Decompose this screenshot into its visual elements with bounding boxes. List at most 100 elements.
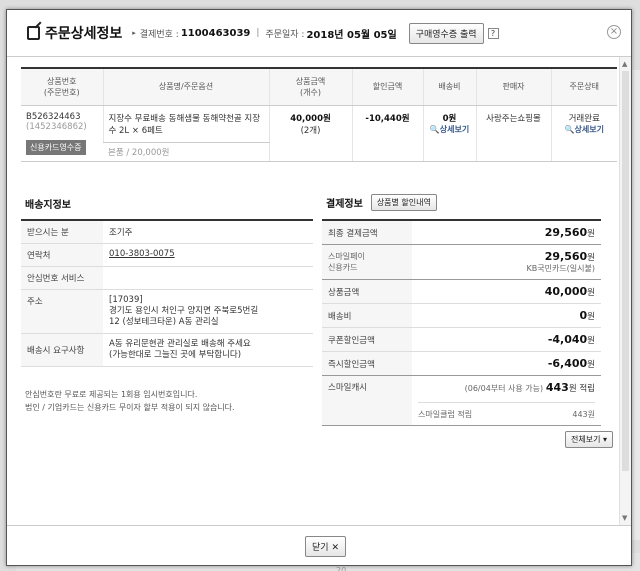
status-detail-link[interactable]: 🔍상세보기 bbox=[557, 124, 613, 135]
popup-footer: 닫기 ✕ bbox=[7, 527, 631, 565]
table-row: B526324463 (1452346862) 신용카드영수증 지장수 무료배송… bbox=[21, 105, 617, 162]
receipt-print-button[interactable]: 구매영수증 출력 bbox=[408, 22, 484, 44]
discount-value: -10,440원 bbox=[365, 113, 410, 124]
scroll-thumb[interactable] bbox=[622, 71, 629, 471]
close-button[interactable]: 닫기 ✕ bbox=[305, 536, 346, 557]
close-button-label: 닫기 bbox=[312, 543, 329, 553]
won-unit: 원 bbox=[587, 336, 595, 346]
product-qty: (2개) bbox=[300, 125, 321, 136]
payment-method-label: 스마일페이 신용카드 bbox=[322, 244, 412, 280]
col-product-name: 상품명/주문옵션 bbox=[102, 68, 269, 106]
payment-section-title: 결제정보 상품별 할인내역 bbox=[326, 194, 437, 211]
smilecash-label: 스마일캐시 bbox=[322, 375, 412, 426]
magnifier-icon: 🔍 bbox=[564, 124, 575, 134]
won-unit: 원 bbox=[587, 312, 595, 322]
table-row: 즉시할인금액 -6,400원 bbox=[322, 351, 601, 376]
payment-title: 결제정보 bbox=[326, 199, 363, 210]
product-amount-value: 40,000 bbox=[544, 285, 588, 298]
recipient-label: 받으시는 분 bbox=[21, 220, 103, 244]
document-edit-icon bbox=[27, 26, 40, 40]
coupon-discount-label: 쿠폰할인금액 bbox=[322, 327, 412, 352]
shipping-detail-link[interactable]: 🔍상세보기 bbox=[429, 124, 471, 135]
close-icon[interactable]: × bbox=[607, 25, 621, 39]
popup-title: 주문상세정보 bbox=[45, 26, 123, 42]
product-price: 40,000원 bbox=[290, 113, 331, 124]
coupon-discount-cell: -4,040원 bbox=[412, 327, 601, 352]
won-unit: 원 bbox=[587, 288, 595, 298]
col-product-name-label: 상품명/주문옵션 bbox=[158, 82, 214, 92]
seller-name[interactable]: 사랑주는쇼핑몰 bbox=[486, 114, 541, 124]
table-row: 배송시 요구사항 A동 유리문현관 관리실로 배송해 주세요 (가능한대로 그늘진… bbox=[21, 333, 313, 367]
credit-card-label: 신용카드 bbox=[328, 263, 358, 272]
col-price: 상품금액 (개수) bbox=[268, 68, 352, 106]
smileclub-row: 스마일클럽 적립 443원 bbox=[418, 402, 595, 420]
table-row: 쿠폰할인금액 -4,040원 bbox=[322, 327, 601, 352]
popup-scroll-area[interactable]: 상품번호 (주문번호) 상품명/주문옵션 상품금액 (개수) 할인금액 배송비 … bbox=[7, 56, 631, 526]
shipping-cell: 0원 🔍상세보기 bbox=[422, 105, 476, 162]
payment-no-value: 1100463039 bbox=[180, 27, 251, 39]
contact-label: 연락처 bbox=[21, 243, 103, 267]
seller-cell: 사랑주는쇼핑몰 bbox=[475, 105, 551, 162]
safe-number-note: 안심번호란 무료로 제공되는 1회용 임시번호입니다. bbox=[25, 390, 198, 399]
product-amount-label: 상품금액 bbox=[322, 279, 412, 304]
table-row: 안심번호 서비스 bbox=[21, 266, 313, 290]
close-x-icon: ✕ bbox=[331, 543, 339, 553]
table-row: 받으시는 분 조기주 bbox=[21, 220, 313, 244]
shipping-fee-label: 배송비 bbox=[322, 303, 412, 328]
method-amount-value: 29,560 bbox=[544, 250, 588, 263]
product-no-cell: B526324463 (1452346862) 신용카드영수증 bbox=[21, 105, 103, 162]
coupon-discount-value: -4,040 bbox=[547, 333, 588, 346]
payment-method-cell: 29,560원 KB국민카드(일시불) bbox=[412, 244, 601, 280]
help-icon[interactable]: ? bbox=[487, 27, 499, 39]
scroll-down-icon[interactable]: ▼ bbox=[622, 514, 627, 522]
request-value: A동 유리문현관 관리실로 배송해 주세요 (가능한대로 그늘진 곳에 부탁합니… bbox=[103, 333, 313, 367]
card-receipt-button[interactable]: 신용카드영수증 bbox=[26, 139, 86, 155]
contact-value[interactable]: 010-3803-0075 bbox=[103, 243, 313, 267]
won-unit: 원 bbox=[587, 253, 595, 263]
col-seller-label: 판매자 bbox=[502, 82, 525, 92]
final-amount-label: 최종 결제금액 bbox=[322, 220, 412, 245]
safe-number-value bbox=[103, 266, 313, 290]
option-cell: 본품 / 20,000원 bbox=[103, 141, 269, 162]
view-all-button[interactable]: 전체보기 ▾ bbox=[565, 431, 614, 448]
status-detail-label: 상세보기 bbox=[574, 124, 604, 134]
table-row: 연락처 010-3803-0075 bbox=[21, 243, 313, 267]
shipping-table: 받으시는 분 조기주 연락처 010-3803-0075 안심번호 서비스 주소 [1… bbox=[21, 219, 313, 367]
vertical-scrollbar[interactable]: ▲ ▼ bbox=[619, 57, 631, 525]
table-row: 배송비 0원 bbox=[322, 303, 601, 328]
order-date-label: 주문일자 : bbox=[265, 29, 305, 40]
product-table-header: 상품번호 (주문번호) 상품명/주문옵션 상품금액 (개수) 할인금액 배송비 … bbox=[21, 68, 617, 106]
product-option: 본품 / 20,000원 bbox=[108, 147, 170, 158]
view-all-label: 전체보기 bbox=[571, 435, 601, 444]
product-table: 상품번호 (주문번호) 상품명/주문옵션 상품금액 (개수) 할인금액 배송비 … bbox=[21, 67, 617, 162]
table-row: 스마일캐시 (06/04부터 사용 가능) 443원 적립 스마일클럽 적립 44… bbox=[322, 375, 601, 426]
table-row: 상품금액 40,000원 bbox=[322, 279, 601, 304]
safe-number-label: 안심번호 서비스 bbox=[21, 266, 103, 290]
won-unit: 원 bbox=[587, 360, 595, 370]
col-discount-label: 할인금액 bbox=[372, 82, 403, 92]
shipping-section-title: 배송지정보 bbox=[25, 196, 71, 211]
corporate-card-note: 법인 / 기업카드는 신용카드 무이자 할부 적용이 되지 않습니다. bbox=[25, 403, 235, 412]
smilecash-cell: (06/04부터 사용 가능) 443원 적립 스마일클럽 적립 443원 bbox=[412, 375, 601, 426]
smilecash-note: (06/04부터 사용 가능) bbox=[464, 384, 544, 393]
table-row: 스마일페이 신용카드 29,560원 KB국민카드(일시불) bbox=[322, 244, 601, 280]
discount-detail-button[interactable]: 상품별 할인내역 bbox=[370, 194, 437, 211]
product-name-cell: 지장수 무료배송 동해샘물 동해약천골 지장수 2L × 6페트 bbox=[102, 105, 269, 143]
popup-header: 주문상세정보 ▸ 결제번호 : 1100463039 | 주문일자 : 2018… bbox=[7, 10, 631, 56]
order-detail-popup: 주문상세정보 ▸ 결제번호 : 1100463039 | 주문일자 : 2018… bbox=[6, 9, 632, 566]
request-label: 배송시 요구사항 bbox=[21, 333, 103, 367]
col-product-no-label: 상품번호 (주문번호) bbox=[43, 76, 80, 97]
col-price-label: 상품금액 (개수) bbox=[295, 76, 326, 97]
col-shipping: 배송비 bbox=[422, 68, 476, 106]
final-amount-value: 29,560 bbox=[544, 226, 588, 239]
product-amount-cell: 40,000원 bbox=[412, 279, 601, 304]
smilecash-unit: 원 적립 bbox=[568, 384, 595, 394]
col-shipping-label: 배송비 bbox=[438, 82, 461, 92]
table-row: 주소 [17039] 경기도 용인시 처인구 양지면 주북로5번길 12 (성보테… bbox=[21, 289, 313, 334]
payment-no-label: 결제번호 : bbox=[139, 29, 179, 40]
header-divider: | bbox=[256, 28, 260, 38]
shipping-fee: 0원 bbox=[442, 113, 457, 124]
product-name[interactable]: 지장수 무료배송 동해샘물 동해약천골 지장수 2L × 6페트 bbox=[109, 112, 264, 136]
price-cell: 40,000원 (2개) bbox=[268, 105, 352, 162]
scroll-up-icon[interactable]: ▲ bbox=[622, 60, 627, 68]
